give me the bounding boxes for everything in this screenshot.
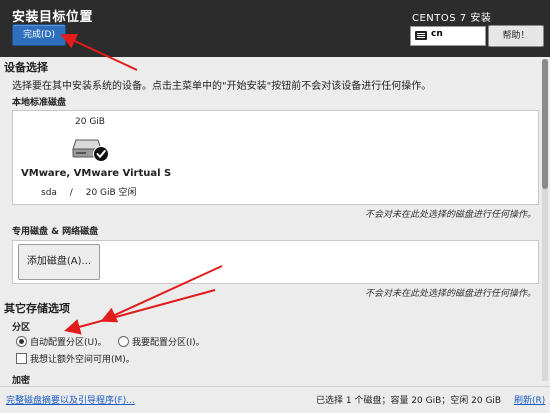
- auto-partition-radio[interactable]: [16, 336, 27, 347]
- footer-bar: 完整磁盘摘要以及引导程序(F)... 已选择 1 个磁盘；容量 20 GiB；空…: [0, 386, 550, 413]
- device-selection-title: 设备选择: [4, 61, 48, 74]
- scrollbar-thumb[interactable]: [542, 59, 548, 189]
- disk-summary-link[interactable]: 完整磁盘摘要以及引导程序(F)...: [6, 393, 135, 406]
- auto-partition-label[interactable]: 自动配置分区(U)。: [30, 335, 107, 348]
- local-disks-note: 不会对未在此处选择的磁盘进行任何操作。: [364, 210, 536, 220]
- help-button[interactable]: 帮助！: [488, 25, 544, 47]
- add-disk-button[interactable]: 添加磁盘(A)...: [18, 244, 100, 280]
- manual-partition-label[interactable]: 我要配置分区(I)。: [132, 335, 205, 348]
- local-disks-title: 本地标准磁盘: [12, 98, 67, 108]
- keyboard-icon: [415, 31, 427, 40]
- other-storage-title: 其它存储选项: [4, 302, 70, 315]
- manual-partition-radio[interactable]: [118, 336, 129, 347]
- disk-info: sda / 20 GiB 空闲: [41, 185, 137, 198]
- device-selection-description: 选择要在其中安装系统的设备。点击主菜单中的"开始安装"按钮前不会对该设备进行任何…: [12, 81, 432, 92]
- content-scrollbar[interactable]: [542, 59, 548, 381]
- refresh-link[interactable]: 刷新(R): [514, 393, 545, 406]
- disk-name: VMware, VMware Virtual S: [21, 168, 172, 179]
- specialized-disks-note: 不会对未在此处选择的磁盘进行任何操作。: [364, 289, 536, 299]
- specialized-disks-panel: 添加磁盘(A)...: [12, 240, 539, 284]
- specialized-disks-title: 专用磁盘 & 网络磁盘: [12, 227, 99, 237]
- selection-status: 已选择 1 个磁盘；容量 20 GiB；空闲 20 GiB: [316, 396, 502, 406]
- page-title: 安装目标位置: [12, 10, 94, 25]
- disk-size: 20 GiB: [75, 117, 105, 127]
- extra-space-checkbox[interactable]: [16, 353, 27, 364]
- keyboard-layout-label: cn: [431, 29, 443, 39]
- extra-space-label[interactable]: 我想让额外空间可用(M)。: [30, 352, 135, 365]
- local-disks-panel: 20 GiB VMware, VMware Virtual S sda / 20…: [12, 110, 539, 205]
- top-header: 安装目标位置 完成(D) CENTOS 7 安装 cn 帮助！: [0, 0, 550, 57]
- partitioning-title: 分区: [12, 323, 31, 333]
- keyboard-layout-indicator[interactable]: cn: [410, 26, 486, 46]
- done-button[interactable]: 完成(D): [12, 24, 66, 46]
- disk-free-space: 20 GiB 空闲: [85, 188, 137, 198]
- disk-info-separator: /: [69, 188, 73, 198]
- disk-card-sda[interactable]: 20 GiB VMware, VMware Virtual S sda / 20…: [13, 111, 171, 203]
- product-title: CENTOS 7 安装: [412, 13, 492, 24]
- main-content: 设备选择 选择要在其中安装系统的设备。点击主菜单中的"开始安装"按钮前不会对该设…: [0, 57, 550, 386]
- disk-device: sda: [41, 188, 57, 198]
- encryption-title: 加密: [12, 376, 31, 386]
- hard-disk-icon: [72, 139, 109, 162]
